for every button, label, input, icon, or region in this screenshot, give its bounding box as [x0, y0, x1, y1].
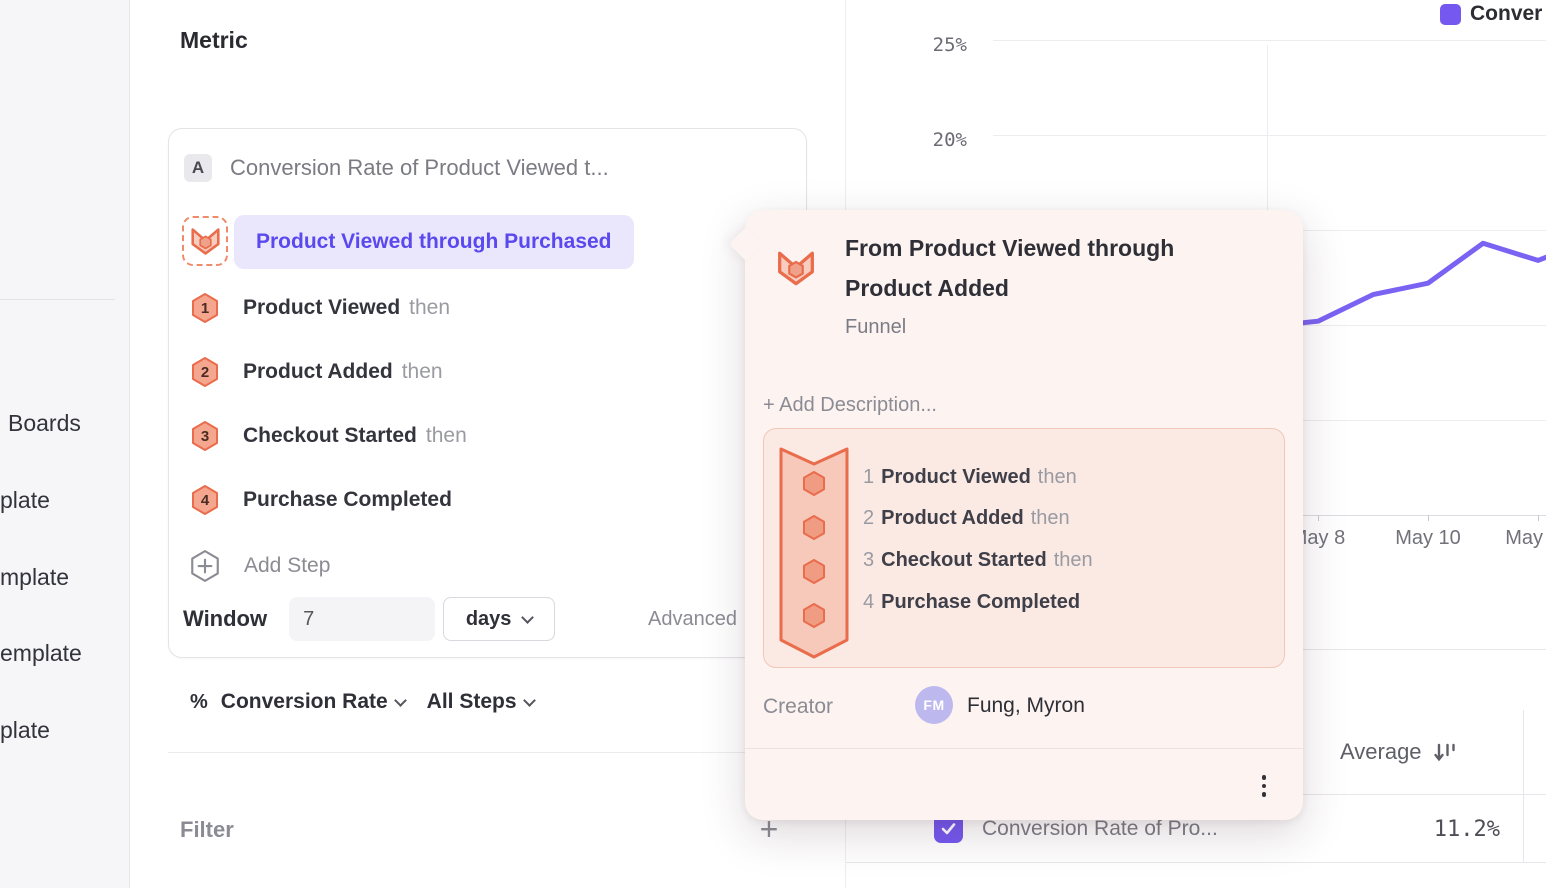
advanced-link[interactable]: Advanced [648, 608, 737, 631]
creator-name: Fung, Myron [967, 694, 1085, 718]
funnel-preview-card: 1Product Viewedthen 2Product Addedthen 3… [763, 428, 1285, 668]
add-description-button[interactable]: + Add Description... [763, 394, 937, 417]
window-label: Window [183, 606, 267, 632]
step-2-connector: then [402, 360, 443, 383]
chevron-down-icon [522, 611, 535, 624]
sidebar-item-template-4[interactable]: plate [0, 717, 50, 744]
funnel-ribbon-icon [779, 447, 849, 664]
series-a-badge: A [184, 154, 212, 182]
sidebar-item-template-2[interactable]: mplate [0, 564, 69, 591]
more-options-kebab-icon[interactable] [1251, 768, 1277, 804]
filter-section-heading: Filter [180, 817, 234, 843]
sidebar-item-template-1[interactable]: plate [0, 487, 50, 514]
chart-line-series [1263, 240, 1546, 327]
chevron-down-icon[interactable] [523, 694, 536, 707]
average-column-label: Average [1340, 739, 1422, 765]
popup-step-2: 2Product Addedthen [863, 503, 1070, 533]
popup-step-3: 3Checkout Startedthen [863, 545, 1093, 575]
funnel-step-row-2[interactable]: 2 Product Added then [190, 356, 443, 388]
sidebar-item-template-3[interactable]: emplate [0, 640, 82, 667]
sort-descending-icon[interactable] [1432, 740, 1457, 765]
section-divider [168, 752, 845, 753]
conversion-window-row: Window days [183, 597, 555, 641]
table-row-divider [846, 862, 1546, 863]
window-value-input[interactable] [289, 597, 435, 641]
check-icon [939, 819, 958, 838]
add-step-button[interactable]: Add Step [189, 549, 330, 583]
step-3-badge: 3 [190, 420, 220, 452]
measure-type-dropdown[interactable]: Conversion Rate [221, 690, 388, 714]
popup-step-4: 4Purchase Completed [863, 587, 1087, 617]
step-3-name: Checkout Started [243, 424, 417, 447]
step-1-name: Product Viewed [243, 296, 400, 319]
table-row-label[interactable]: Conversion Rate of Pro... [982, 817, 1218, 841]
funnel-step-row-1[interactable]: 1 Product Viewed then [190, 292, 450, 324]
chevron-down-icon[interactable] [394, 694, 407, 707]
sidebar-divider [0, 299, 115, 300]
step-4-name: Purchase Completed [243, 488, 452, 511]
window-unit-select[interactable]: days [443, 597, 555, 641]
popup-footer-divider [745, 748, 1303, 749]
popup-type-label: Funnel [845, 316, 906, 339]
creator-avatar: FM [915, 686, 953, 724]
table-row-average-value: 11.2% [1360, 817, 1500, 842]
metric-section-heading: Metric [180, 27, 248, 54]
funnel-icon [190, 227, 221, 256]
window-unit-value: days [466, 608, 512, 631]
funnel-details-popup: From Product Viewed through Product Adde… [745, 210, 1303, 820]
step-1-connector: then [409, 296, 450, 319]
step-1-badge: 1 [190, 292, 220, 324]
funnel-step-row-4[interactable]: 4 Purchase Completed [190, 484, 461, 516]
measured-as-row: % Conversion Rate All Steps [190, 687, 534, 717]
step-2-name: Product Added [243, 360, 393, 383]
step-2-badge: 2 [190, 356, 220, 388]
percent-icon: % [190, 691, 208, 714]
funnel-step-row-3[interactable]: 3 Checkout Started then [190, 420, 467, 452]
table-column-divider [1523, 710, 1524, 863]
sidebar-item-boards[interactable]: Boards [8, 410, 81, 437]
step-4-badge: 4 [190, 484, 220, 516]
funnel-drag-icon-box[interactable] [182, 216, 228, 266]
steps-scope-dropdown[interactable]: All Steps [427, 690, 517, 714]
add-step-hexagon-plus-icon [189, 549, 221, 583]
sidebar: Boards plate mplate emplate plate [0, 0, 130, 888]
selected-funnel-pill[interactable]: Product Viewed through Purchased [234, 215, 634, 269]
app-screen: Conver 25% 20% May 8May 10May 12 Average… [0, 0, 1546, 888]
funnel-icon [776, 250, 816, 292]
creator-label: Creator [763, 695, 833, 719]
table-column-average[interactable]: Average [1340, 739, 1457, 765]
series-title[interactable]: Conversion Rate of Product Viewed t... [230, 155, 609, 181]
add-step-label: Add Step [244, 554, 330, 578]
popup-step-1: 1Product Viewedthen [863, 462, 1077, 492]
popup-title: From Product Viewed through Product Adde… [845, 228, 1235, 308]
step-3-connector: then [426, 424, 467, 447]
